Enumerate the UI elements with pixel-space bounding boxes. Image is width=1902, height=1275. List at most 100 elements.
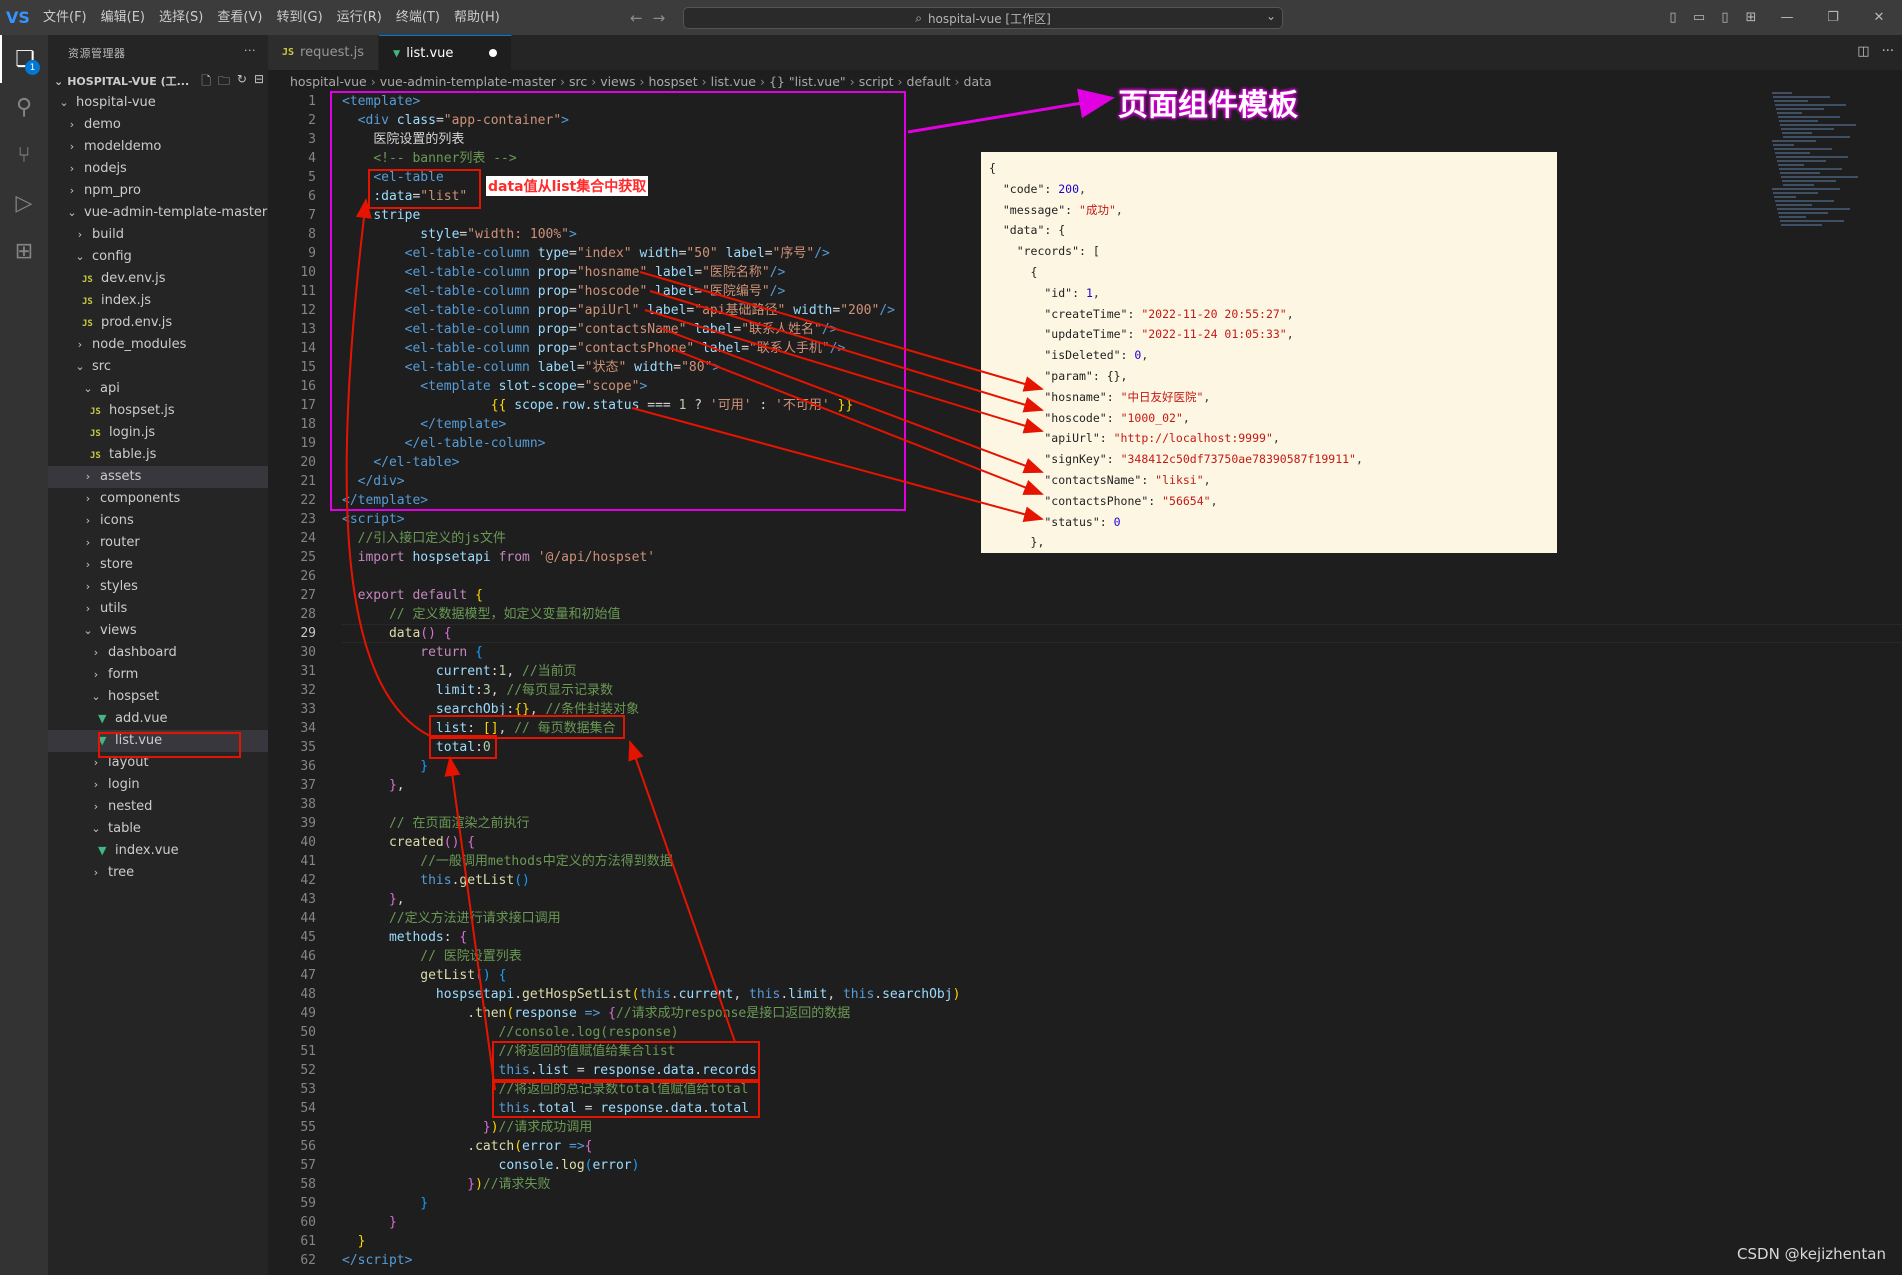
toggle-secondary-sidebar-icon[interactable]: ▯ bbox=[1712, 10, 1738, 25]
code-line[interactable]: 47 getList() { bbox=[268, 966, 1568, 985]
command-center-search[interactable]: ⌕ hospital-vue [工作区] ⌄ bbox=[683, 7, 1283, 29]
workspace-section-header[interactable]: ⌄ HOSPITAL-VUE (工... 🗋 🗀 ↻ ⊟ bbox=[48, 70, 268, 92]
menu-item[interactable]: 帮助(H) bbox=[447, 0, 507, 35]
tree-file[interactable]: JS table.js bbox=[48, 444, 268, 466]
code-line[interactable]: 44 //定义方法进行请求接口调用 bbox=[268, 909, 1568, 928]
tree-folder[interactable]: ⌄ table bbox=[48, 818, 268, 840]
code-line[interactable]: 3 医院设置的列表 bbox=[268, 130, 1568, 149]
breadcrumb-item[interactable]: vue-admin-template-master bbox=[380, 74, 556, 89]
toggle-sidebar-icon[interactable]: ▯ bbox=[1660, 10, 1686, 25]
extensions-icon[interactable]: ⊞ bbox=[0, 227, 48, 275]
split-editor-icon[interactable]: ◫ bbox=[1857, 44, 1869, 59]
menu-item[interactable]: 选择(S) bbox=[152, 0, 210, 35]
code-line[interactable]: 41 //一般调用methods中定义的方法得到数据 bbox=[268, 852, 1568, 871]
code-line[interactable]: 1 <template> bbox=[268, 92, 1568, 111]
code-line[interactable]: 46 // 医院设置列表 bbox=[268, 947, 1568, 966]
code-line[interactable]: 52 this.list = response.data.records bbox=[268, 1061, 1568, 1080]
tree-folder[interactable]: › router bbox=[48, 532, 268, 554]
tree-file[interactable]: ▼ index.vue bbox=[48, 840, 268, 862]
code-line[interactable]: 60 } bbox=[268, 1213, 1568, 1232]
breadcrumb-item[interactable]: default bbox=[907, 74, 951, 89]
tree-folder[interactable]: › store bbox=[48, 554, 268, 576]
tree-file[interactable]: JS hospset.js bbox=[48, 400, 268, 422]
code-line[interactable]: 48 hospsetapi.getHospSetList(this.curren… bbox=[268, 985, 1568, 1004]
tree-file[interactable]: ▼ add.vue bbox=[48, 708, 268, 730]
tree-folder[interactable]: › tree bbox=[48, 862, 268, 884]
tree-folder[interactable]: ⌄ views bbox=[48, 620, 268, 642]
code-line[interactable]: 58 })//请求失败 bbox=[268, 1175, 1568, 1194]
code-line[interactable]: 42 this.getList() bbox=[268, 871, 1568, 890]
breadcrumb-item[interactable]: hospset bbox=[648, 74, 697, 89]
code-line[interactable]: 57 console.log(error) bbox=[268, 1156, 1568, 1175]
toggle-panel-icon[interactable]: ▭ bbox=[1686, 10, 1712, 25]
tree-folder[interactable]: › utils bbox=[48, 598, 268, 620]
tree-folder[interactable]: › nested bbox=[48, 796, 268, 818]
tree-folder[interactable]: › dashboard bbox=[48, 642, 268, 664]
tree-folder[interactable]: › components bbox=[48, 488, 268, 510]
tab-list-vue[interactable]: ▼ list.vue bbox=[378, 35, 513, 70]
code-line[interactable]: 40 created() { bbox=[268, 833, 1568, 852]
code-line[interactable]: 53 //将返回的总记录数total值赋值给total bbox=[268, 1080, 1568, 1099]
tree-folder[interactable]: ⌄ hospital-vue bbox=[48, 92, 268, 114]
refresh-icon[interactable]: ↻ bbox=[237, 72, 247, 93]
new-file-icon[interactable]: 🗋 bbox=[201, 72, 211, 93]
breadcrumb-item[interactable]: data bbox=[964, 74, 992, 89]
tree-file[interactable]: JS prod.env.js bbox=[48, 312, 268, 334]
menu-item[interactable]: 运行(R) bbox=[330, 0, 389, 35]
code-line[interactable]: 39 // 在页面渲染之前执行 bbox=[268, 814, 1568, 833]
chevron-down-icon[interactable]: ⌄ bbox=[1266, 9, 1276, 23]
tree-folder[interactable]: › node_modules bbox=[48, 334, 268, 356]
code-line[interactable]: 51 //将返回的值赋值给集合list bbox=[268, 1042, 1568, 1061]
code-line[interactable]: 43 }, bbox=[268, 890, 1568, 909]
run-debug-icon[interactable]: ▷ bbox=[0, 179, 48, 227]
tree-folder[interactable]: › icons bbox=[48, 510, 268, 532]
code-line[interactable]: 56 .catch(error =>{ bbox=[268, 1137, 1568, 1156]
more-actions-icon[interactable]: ··· bbox=[244, 44, 256, 57]
code-line[interactable]: 29 data() { bbox=[268, 624, 1902, 643]
more-actions-icon[interactable]: ··· bbox=[1882, 44, 1894, 59]
tree-folder[interactable]: ⌄ api bbox=[48, 378, 268, 400]
code-line[interactable]: 27 export default { bbox=[268, 586, 1568, 605]
code-line[interactable]: 34 list: [], // 每页数据集合 bbox=[268, 719, 1568, 738]
tree-file[interactable]: JS index.js bbox=[48, 290, 268, 312]
code-line[interactable]: 28 // 定义数据模型，如定义变量和初始值 bbox=[268, 605, 1568, 624]
code-line[interactable]: 45 methods: { bbox=[268, 928, 1568, 947]
restore-button[interactable]: ❐ bbox=[1810, 10, 1856, 25]
code-line[interactable]: 31 current:1, //当前页 bbox=[268, 662, 1568, 681]
close-button[interactable]: ✕ bbox=[1856, 10, 1902, 25]
explorer-icon[interactable]: ❏ 1 bbox=[0, 35, 48, 83]
breadcrumb-item[interactable]: {} "list.vue" bbox=[769, 74, 846, 89]
tree-file[interactable]: JS login.js bbox=[48, 422, 268, 444]
tree-folder[interactable]: ⌄ hospset bbox=[48, 686, 268, 708]
tree-folder[interactable]: › modeldemo bbox=[48, 136, 268, 158]
tree-folder[interactable]: › styles bbox=[48, 576, 268, 598]
code-line[interactable]: 38 bbox=[268, 795, 1568, 814]
tree-folder[interactable]: › login bbox=[48, 774, 268, 796]
breadcrumb-item[interactable]: hospital-vue bbox=[290, 74, 367, 89]
code-line[interactable]: 37 }, bbox=[268, 776, 1568, 795]
code-line[interactable]: 2 <div class="app-container"> bbox=[268, 111, 1568, 130]
tree-folder[interactable]: › nodejs bbox=[48, 158, 268, 180]
code-line[interactable]: 59 } bbox=[268, 1194, 1568, 1213]
customize-layout-icon[interactable]: ⊞ bbox=[1738, 10, 1764, 25]
tree-folder[interactable]: › form bbox=[48, 664, 268, 686]
code-line[interactable]: 30 return { bbox=[268, 643, 1568, 662]
tab-request-js[interactable]: JS request.js bbox=[268, 35, 379, 70]
tree-file[interactable]: JS dev.env.js bbox=[48, 268, 268, 290]
code-line[interactable]: 26 bbox=[268, 567, 1568, 586]
source-control-icon[interactable]: ⑂ bbox=[0, 131, 48, 179]
menu-item[interactable]: 查看(V) bbox=[210, 0, 269, 35]
code-line[interactable]: 50 //console.log(response) bbox=[268, 1023, 1568, 1042]
code-line[interactable]: 33 searchObj:{}, //条件封装对象 bbox=[268, 700, 1568, 719]
forward-arrow-icon[interactable]: → bbox=[653, 9, 666, 27]
menu-item[interactable]: 编辑(E) bbox=[94, 0, 152, 35]
tree-folder[interactable]: ⌄ config bbox=[48, 246, 268, 268]
code-line[interactable]: 55 })//请求成功调用 bbox=[268, 1118, 1568, 1137]
tree-folder[interactable]: › build bbox=[48, 224, 268, 246]
menu-item[interactable]: 转到(G) bbox=[269, 0, 329, 35]
breadcrumb-item[interactable]: src bbox=[569, 74, 587, 89]
tree-folder[interactable]: ⌄ src bbox=[48, 356, 268, 378]
menu-item[interactable]: 终端(T) bbox=[389, 0, 447, 35]
minimap[interactable] bbox=[1772, 92, 1862, 232]
code-line[interactable]: 36 } bbox=[268, 757, 1568, 776]
